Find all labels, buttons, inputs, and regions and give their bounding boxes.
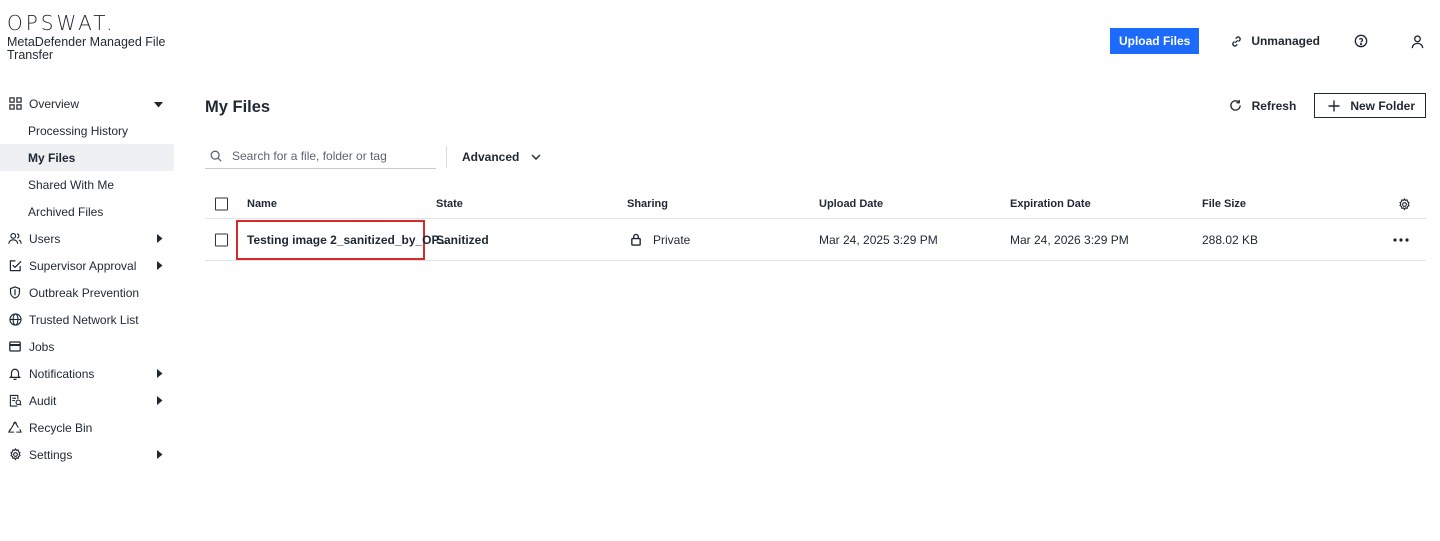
bell-icon: [8, 367, 22, 381]
sidebar-item-notifications[interactable]: Notifications: [0, 360, 174, 387]
sidebar-item-audit[interactable]: Audit: [0, 387, 174, 414]
files-table: Name State Sharing Upload Date Expiratio…: [205, 190, 1426, 261]
column-header-state[interactable]: State: [436, 198, 463, 210]
globe-icon: [8, 313, 22, 327]
table-header: Name State Sharing Upload Date Expiratio…: [205, 190, 1426, 219]
more-options-icon[interactable]: [1392, 231, 1410, 249]
jobs-icon: [8, 340, 22, 354]
grid-icon: [8, 97, 22, 111]
sidebar-item-label: Supervisor Approval: [29, 258, 137, 273]
search-field[interactable]: [205, 144, 436, 169]
caret-right-icon: [157, 394, 163, 408]
caret-right-icon: [157, 448, 163, 462]
help-icon[interactable]: [1352, 32, 1370, 50]
approval-icon: [8, 259, 22, 273]
sidebar-item-label: Shared With Me: [28, 177, 115, 192]
sidebar-item-shared-with-me[interactable]: Shared With Me: [0, 171, 174, 198]
column-header-name[interactable]: Name: [247, 198, 277, 210]
unmanaged-button[interactable]: Unmanaged: [1227, 32, 1320, 50]
sidebar-item-outbreak-prevention[interactable]: Outbreak Prevention: [0, 279, 174, 306]
sidebar-item-label: Jobs: [29, 339, 55, 354]
sidebar-item-label: Recycle Bin: [29, 420, 93, 435]
topbar-actions: Upload Files Unmanaged: [1109, 28, 1426, 54]
brand: OPSWAT. MetaDefender Managed File Transf…: [7, 12, 177, 62]
file-name-link[interactable]: Testing image 2_sanitized_by_OP...: [247, 233, 448, 247]
refresh-label: Refresh: [1251, 98, 1297, 113]
select-all-checkbox[interactable]: [215, 197, 228, 211]
sidebar-item-recycle-bin[interactable]: Recycle Bin: [0, 414, 174, 441]
column-header-sharing[interactable]: Sharing: [627, 198, 668, 210]
expiration-date: Mar 24, 2026 3:29 PM: [1010, 232, 1129, 247]
page-actions: Refresh New Folder: [1227, 93, 1426, 118]
caret-down-icon: [154, 97, 163, 111]
advanced-label: Advanced: [462, 149, 520, 164]
file-state: Sanitized: [436, 232, 489, 247]
refresh-button[interactable]: Refresh: [1227, 97, 1297, 115]
sidebar-item-label: Trusted Network List: [29, 312, 139, 327]
plus-icon: [1325, 97, 1343, 115]
file-size: 288.02 KB: [1202, 232, 1259, 247]
audit-icon: [8, 394, 22, 408]
caret-right-icon: [157, 259, 163, 273]
caret-right-icon: [157, 232, 163, 246]
sidebar-item-my-files[interactable]: My Files: [0, 144, 174, 171]
sidebar-item-jobs[interactable]: Jobs: [0, 333, 174, 360]
column-header-file-size[interactable]: File Size: [1202, 198, 1246, 210]
sidebar-item-label: Settings: [29, 447, 73, 462]
lock-icon: [627, 231, 645, 249]
sidebar-item-label: Notifications: [29, 366, 95, 381]
sidebar-item-users[interactable]: Users: [0, 225, 174, 252]
sidebar: Overview Processing History My Files Sha…: [0, 90, 174, 468]
caret-right-icon: [157, 367, 163, 381]
sidebar-item-label: Audit: [29, 393, 57, 408]
product-name: MetaDefender Managed File Transfer: [7, 35, 166, 62]
column-header-upload-date[interactable]: Upload Date: [819, 198, 883, 210]
new-folder-button[interactable]: New Folder: [1314, 93, 1426, 118]
link-icon: [1227, 32, 1245, 50]
sidebar-item-label: My Files: [28, 150, 76, 165]
chevron-down-icon: [527, 148, 545, 166]
search-row: Advanced: [205, 144, 545, 169]
sidebar-item-settings[interactable]: Settings: [0, 441, 174, 468]
refresh-icon: [1227, 97, 1245, 115]
sidebar-item-label: Overview: [29, 96, 80, 111]
sidebar-item-trusted-network-list[interactable]: Trusted Network List: [0, 306, 174, 333]
column-header-expiration-date[interactable]: Expiration Date: [1010, 198, 1091, 210]
user-icon[interactable]: [1408, 32, 1426, 50]
sharing-label: Private: [653, 232, 691, 247]
search-icon: [207, 147, 225, 165]
file-sharing: Private: [627, 231, 690, 249]
sidebar-item-overview[interactable]: Overview: [0, 90, 174, 117]
search-input[interactable]: [232, 149, 432, 163]
unmanaged-label: Unmanaged: [1251, 34, 1320, 48]
page-title: My Files: [205, 98, 271, 116]
sidebar-item-supervisor-approval[interactable]: Supervisor Approval: [0, 252, 174, 279]
row-checkbox[interactable]: [215, 233, 228, 246]
shield-icon: [8, 286, 22, 300]
divider: [446, 145, 447, 168]
upload-date: Mar 24, 2025 3:29 PM: [819, 232, 938, 247]
recycle-icon: [8, 421, 22, 435]
upload-files-button[interactable]: Upload Files: [1109, 28, 1200, 54]
new-folder-label: New Folder: [1350, 98, 1415, 113]
sidebar-item-label: Users: [29, 231, 61, 246]
sidebar-item-label: Archived Files: [28, 204, 104, 219]
gear-icon: [8, 448, 22, 462]
sidebar-item-label: Processing History: [28, 123, 129, 138]
advanced-filter-button[interactable]: Advanced: [462, 148, 545, 166]
table-row[interactable]: Testing image 2_sanitized_by_OP... Sanit…: [205, 219, 1426, 261]
column-settings-icon[interactable]: [1395, 195, 1413, 213]
sidebar-item-label: Outbreak Prevention: [29, 285, 140, 300]
sidebar-item-archived-files[interactable]: Archived Files: [0, 198, 174, 225]
opswat-logo: OPSWAT.: [7, 11, 116, 35]
sidebar-item-processing-history[interactable]: Processing History: [0, 117, 174, 144]
users-icon: [8, 232, 22, 246]
